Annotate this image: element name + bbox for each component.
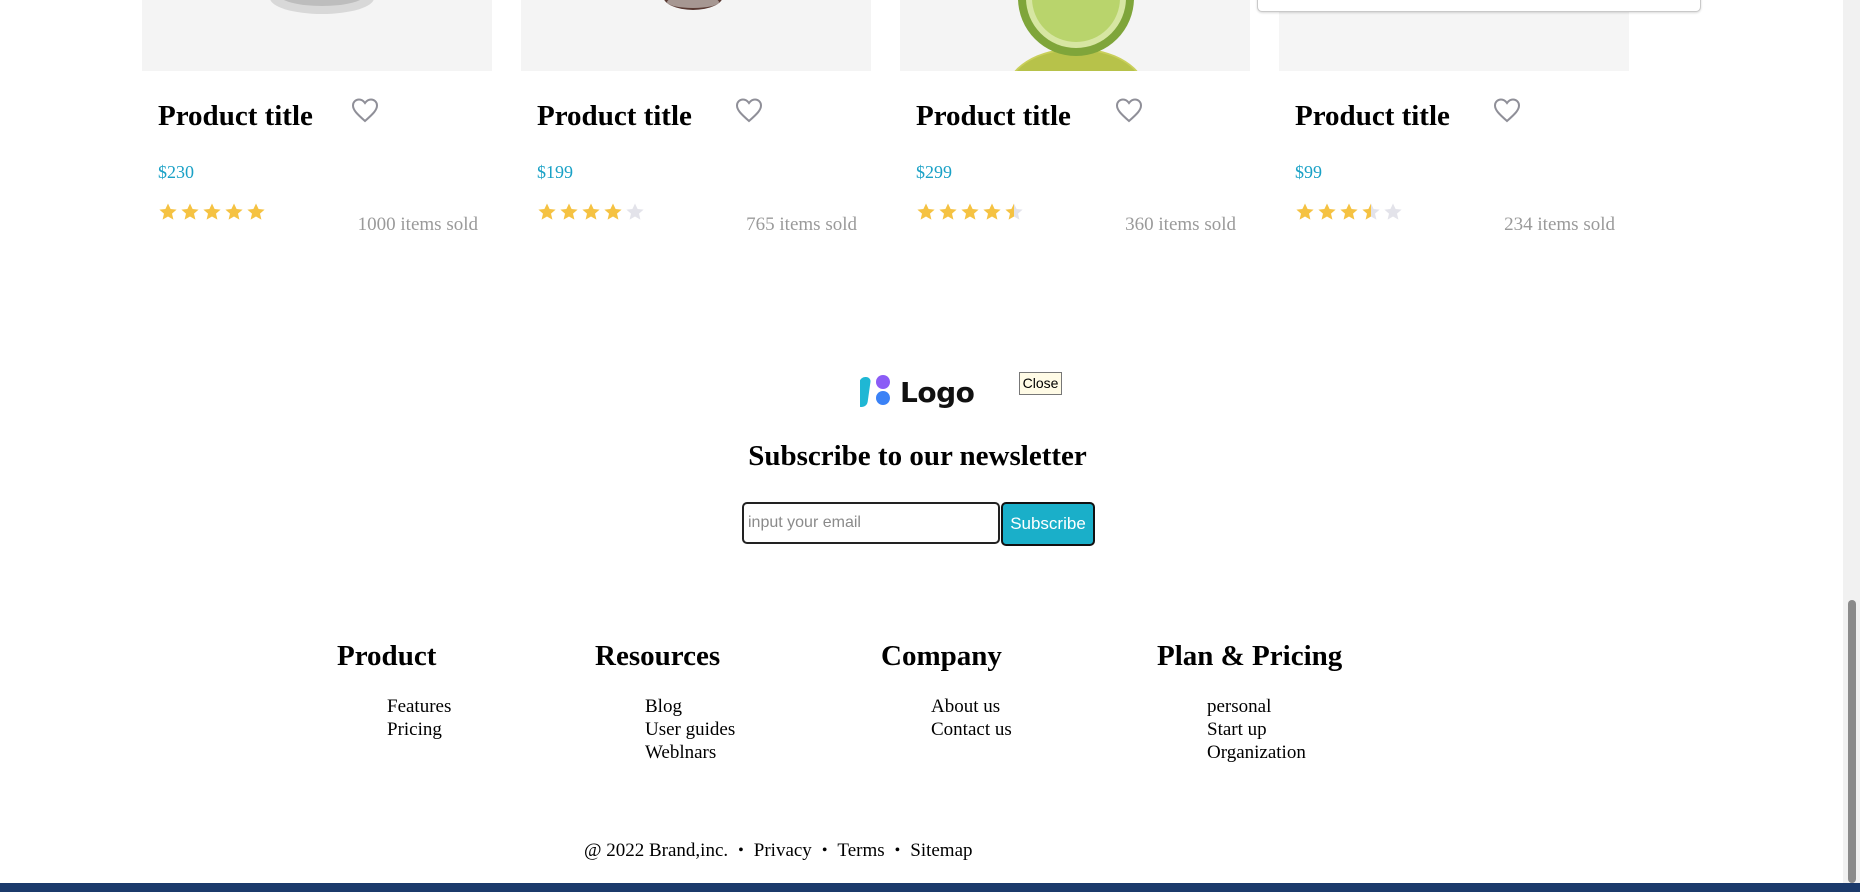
product-image[interactable] [521, 0, 871, 71]
heart-icon[interactable] [1115, 97, 1143, 123]
star-icon [159, 203, 177, 220]
star-icon [181, 203, 199, 220]
vertical-scrollbar[interactable] [1843, 0, 1860, 883]
product-price: $199 [537, 162, 573, 182]
separator-dot: • [821, 842, 828, 859]
sitemap-link[interactable]: Sitemap [910, 840, 972, 862]
product-title[interactable]: Product title [1295, 100, 1450, 133]
product-card[interactable]: Product title $299 360 items sold [900, 0, 1250, 260]
footer-column-product: Product Features Pricing [337, 640, 451, 741]
star-icon [1340, 203, 1358, 220]
subscribe-button[interactable]: Subscribe [1001, 502, 1095, 546]
star-icon [203, 203, 221, 220]
email-field[interactable] [742, 502, 1000, 544]
taskbar-edge [0, 883, 1860, 892]
separator-dot: • [738, 842, 744, 859]
footer-column-company: Company About us Contact us [881, 640, 1012, 741]
footer-link[interactable]: Organization [1207, 741, 1342, 764]
items-sold: 1000 items sold [357, 214, 478, 235]
dropdown-panel-edge [1257, 0, 1701, 12]
footer-bottom-bar: @ 2022 Brand,inc. • Privacy • Terms • Si… [584, 840, 973, 862]
terms-link[interactable]: Terms [837, 840, 884, 862]
product-card[interactable]: Product title $230 1000 items sold [142, 0, 492, 260]
copyright: @ 2022 Brand,inc. [584, 840, 729, 861]
items-sold: 360 items sold [1125, 214, 1236, 235]
items-sold: 765 items sold [746, 214, 857, 235]
star-icon [225, 203, 243, 220]
product-card[interactable]: Product title $99 234 items sold [1279, 0, 1629, 260]
star-icon [604, 203, 622, 220]
star-rating [537, 202, 645, 224]
star-icon [1384, 203, 1402, 220]
star-icon [1296, 203, 1314, 220]
star-icon [247, 203, 265, 220]
star-icon [983, 203, 1001, 220]
star-icon [961, 203, 979, 220]
newsletter-title: Subscribe to our newsletter [748, 440, 1087, 472]
footer-link[interactable]: User guides [645, 718, 735, 741]
footer-link[interactable]: Features [387, 695, 451, 718]
star-rating [1295, 202, 1403, 224]
scrollbar-thumb[interactable] [1848, 600, 1856, 883]
logo-icon [856, 371, 894, 414]
brand-logo[interactable]: Logo [856, 371, 975, 414]
star-rating [158, 202, 266, 224]
footer-link[interactable]: Blog [645, 695, 735, 718]
footer-column-heading: Product [337, 640, 437, 672]
footer-link[interactable]: Pricing [387, 718, 451, 741]
star-icon [1005, 203, 1023, 220]
star-icon [917, 203, 935, 220]
separator-dot: • [894, 842, 901, 859]
footer-link[interactable]: About us [931, 695, 1012, 718]
footer-link[interactable]: Contact us [931, 718, 1012, 741]
product-image[interactable] [142, 0, 492, 71]
star-rating [916, 202, 1024, 224]
star-icon [939, 203, 957, 220]
star-icon [1362, 203, 1380, 220]
product-price: $299 [916, 162, 952, 182]
footer-column-resources: Resources Blog User guides Weblnars [595, 640, 735, 764]
star-icon [538, 203, 556, 220]
privacy-link[interactable]: Privacy [754, 840, 812, 862]
product-image[interactable] [900, 0, 1250, 71]
product-title[interactable]: Product title [537, 100, 692, 133]
logo-text: Logo [900, 375, 975, 409]
star-icon [582, 203, 600, 220]
product-title[interactable]: Product title [158, 100, 313, 133]
close-button[interactable]: Close [1019, 372, 1062, 395]
footer-column-heading: Plan & Pricing [1157, 640, 1343, 672]
heart-icon[interactable] [351, 97, 379, 123]
heart-icon[interactable] [735, 97, 763, 123]
footer-column-plan-pricing: Plan & Pricing personal Start up Organiz… [1157, 640, 1342, 764]
star-icon [1318, 203, 1336, 220]
footer-link[interactable]: personal [1207, 695, 1342, 718]
star-icon [560, 203, 578, 220]
footer-link[interactable]: Start up [1207, 718, 1342, 741]
items-sold: 234 items sold [1504, 214, 1615, 235]
heart-icon[interactable] [1493, 97, 1521, 123]
product-price: $230 [158, 162, 194, 182]
product-card[interactable]: Product title $199 765 items sold [521, 0, 871, 260]
footer-link[interactable]: Weblnars [645, 741, 735, 764]
product-price: $99 [1295, 162, 1322, 182]
product-title[interactable]: Product title [916, 100, 1071, 133]
footer-column-heading: Resources [595, 640, 721, 672]
footer-column-heading: Company [881, 640, 1002, 672]
star-icon [626, 203, 644, 220]
